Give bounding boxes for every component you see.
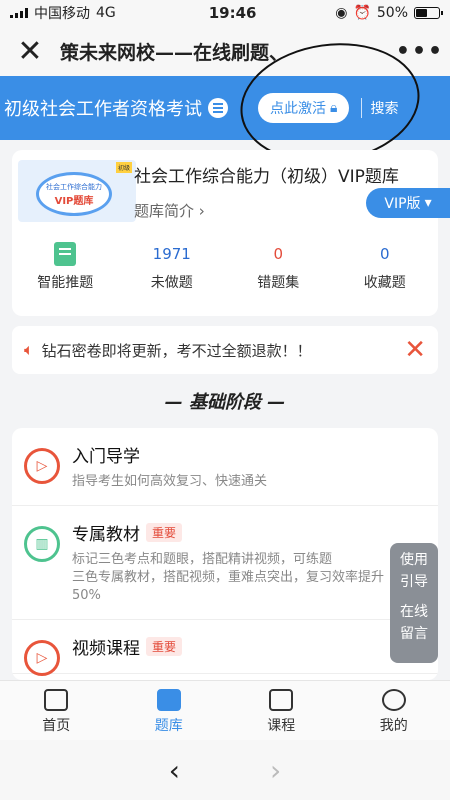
stat-wrong[interactable]: 0 错题集 xyxy=(225,242,332,292)
play-icon: ▷ xyxy=(24,640,60,676)
section-title: — 基础阶段 — xyxy=(164,392,286,413)
course-title: 入门导学 xyxy=(72,447,140,467)
course-title: 专属教材 xyxy=(72,525,140,545)
close-icon[interactable]: ✕ xyxy=(0,34,60,69)
speaker-icon: 🔈︎ xyxy=(24,340,34,359)
activate-button[interactable]: 点此激活 🔒︎ xyxy=(258,93,350,123)
course-desc-line: 标记三色考点和题眼，搭配精讲视频，可练题 xyxy=(72,552,333,567)
bank-intro-label: 题库简介 xyxy=(134,202,195,220)
bank-name: 社会工作综合能力（初级）VIP题库 xyxy=(134,167,399,187)
alarm-icon: ⏰ xyxy=(353,5,371,21)
bank-intro-link[interactable]: 题库简介 › xyxy=(134,200,205,221)
list-item[interactable]: ▷ 视频课程 重要 xyxy=(12,620,438,676)
tab-courses[interactable]: 课程 xyxy=(225,681,338,740)
orientation-lock-icon: ◉ xyxy=(335,5,348,21)
course-desc-line: 50% xyxy=(72,588,101,603)
tab-label: 我的 xyxy=(379,718,408,734)
tab-label: 首页 xyxy=(42,718,71,734)
lock-icon: 🔒︎ xyxy=(330,100,338,116)
online-message-button[interactable]: 在线 留言 xyxy=(390,601,438,645)
stat-label: 未做题 xyxy=(150,275,193,291)
help-line: 引导 xyxy=(400,574,428,590)
stat-label: 智能推题 xyxy=(37,275,94,291)
vip-version-dropdown[interactable]: VIP版 ▾ xyxy=(366,188,450,218)
notice-text: 钻石密卷即将更新，考不过全额退款！！ xyxy=(41,341,312,360)
battery-fill xyxy=(416,9,427,17)
course-desc: 指导考生如何高效复习、快速通关 xyxy=(72,474,268,489)
status-right: ◉ ⏰ 50% xyxy=(335,5,443,21)
list-item[interactable]: ▷ 入门导学 指导考生如何高效复习、快速通关 xyxy=(12,428,438,506)
stat-favorites[interactable]: 0 收藏题 xyxy=(332,242,439,292)
battery-percent: 50% xyxy=(376,5,408,21)
nav-bar: ✕ 策未来网校——在线刷题、 ••• xyxy=(0,26,450,76)
battery-icon xyxy=(414,7,443,19)
course-desc-line: 三色专属教材，搭配视频，重难点突出，复习效率提升 xyxy=(72,570,385,585)
stat-undone[interactable]: 1971 未做题 xyxy=(119,242,226,292)
tab-label: 题库 xyxy=(154,718,183,734)
exam-header: 初级社会工作者资格考试 点此激活 🔒︎ 搜索 xyxy=(0,76,450,140)
tab-profile[interactable]: 我的 xyxy=(338,681,450,740)
course-name: 视频课程 重要 xyxy=(72,634,438,659)
search-label: 搜索 xyxy=(370,101,399,117)
network-label: 4G xyxy=(96,5,116,21)
usage-guide-button[interactable]: 使用 引导 xyxy=(390,549,438,593)
tab-home[interactable]: 首页 xyxy=(0,681,113,740)
tv-icon xyxy=(269,689,294,711)
help-line: 在线 xyxy=(400,604,428,620)
list-item[interactable]: ▥ 专属教材 重要 标记三色考点和题眼，搭配精讲视频，可练题 三色专属教材，搭配… xyxy=(12,506,438,620)
course-name: 专属教材 重要 xyxy=(72,520,438,545)
activate-label: 点此激活 xyxy=(270,101,326,117)
more-icon[interactable]: ••• xyxy=(390,39,450,64)
cover-vip: VIP题库 xyxy=(54,195,94,207)
stat-value: 0 xyxy=(379,245,390,263)
exam-switch-icon[interactable] xyxy=(208,98,228,118)
forward-icon[interactable]: › xyxy=(270,754,281,787)
carrier-label: 中国移动 xyxy=(34,6,90,22)
page-title: 策未来网校——在线刷题、 xyxy=(60,41,289,64)
stat-value: 0 xyxy=(273,245,284,263)
exam-title[interactable]: 初级社会工作者资格考试 xyxy=(4,95,202,121)
bottom-tab-bar: 首页 题库 课程 我的 xyxy=(0,680,450,740)
close-notice-icon[interactable]: ✕ xyxy=(404,335,426,365)
bank-stats: 智能推题 1971 未做题 0 错题集 0 收藏题 xyxy=(12,242,438,292)
course-list: ▷ 入门导学 指导考生如何高效复习、快速通关 ▥ 专属教材 重要 标记三色考点和… xyxy=(12,428,438,680)
course-name: 入门导学 xyxy=(72,442,438,467)
profile-icon xyxy=(381,689,406,711)
vip-label: VIP版 xyxy=(384,196,421,212)
cover-emblem: 社会工作综合能力 VIP题库 xyxy=(36,172,112,216)
status-left: 中国移动 4G xyxy=(10,3,170,23)
book-icon: ▥ xyxy=(24,526,60,562)
back-icon[interactable]: ‹ xyxy=(169,754,180,787)
browser-toolbar: ‹ › xyxy=(0,740,450,800)
floating-help-panel: 使用 引导 在线 留言 xyxy=(390,543,438,663)
course-title: 视频课程 xyxy=(72,639,140,659)
search-button[interactable]: 搜索 xyxy=(361,98,398,118)
play-icon: ▷ xyxy=(24,448,60,484)
important-badge: 重要 xyxy=(146,637,183,656)
stat-smart-recommend[interactable]: 智能推题 xyxy=(12,242,119,292)
question-bank-card: 初级 社会工作综合能力 VIP题库 社会工作综合能力（初级）VIP题库 题库简介… xyxy=(12,150,450,316)
tab-question-bank[interactable]: 题库 xyxy=(113,681,226,740)
important-badge: 重要 xyxy=(146,523,183,542)
course-desc: 标记三色考点和题眼，搭配精讲视频，可练题 三色专属教材，搭配视频，重难点突出，复… xyxy=(72,551,438,605)
status-time: 19:46 xyxy=(208,4,257,22)
stat-label: 收藏题 xyxy=(363,275,406,291)
bank-cover-image[interactable]: 初级 社会工作综合能力 VIP题库 xyxy=(18,160,136,222)
divider xyxy=(361,98,363,118)
notice-bar: 🔈︎ 钻石密卷即将更新，考不过全额退款！！ ✕ xyxy=(12,326,438,374)
chevron-right-icon: › xyxy=(198,202,205,220)
caret-down-icon: ▾ xyxy=(424,195,432,211)
stat-value: 1971 xyxy=(152,245,191,263)
stat-label: 错题集 xyxy=(257,275,300,291)
help-line: 使用 xyxy=(400,552,428,568)
question-bank-icon xyxy=(156,689,181,711)
cover-badge: 初级 xyxy=(115,162,132,173)
status-bar: 中国移动 4G 19:46 ◉ ⏰ 50% xyxy=(0,0,450,26)
help-line: 留言 xyxy=(400,626,428,642)
cover-subject: 社会工作综合能力 xyxy=(46,182,102,191)
smart-recommend-icon xyxy=(54,242,77,266)
tab-label: 课程 xyxy=(267,718,296,734)
signal-icon xyxy=(10,8,28,18)
home-icon xyxy=(44,689,69,711)
